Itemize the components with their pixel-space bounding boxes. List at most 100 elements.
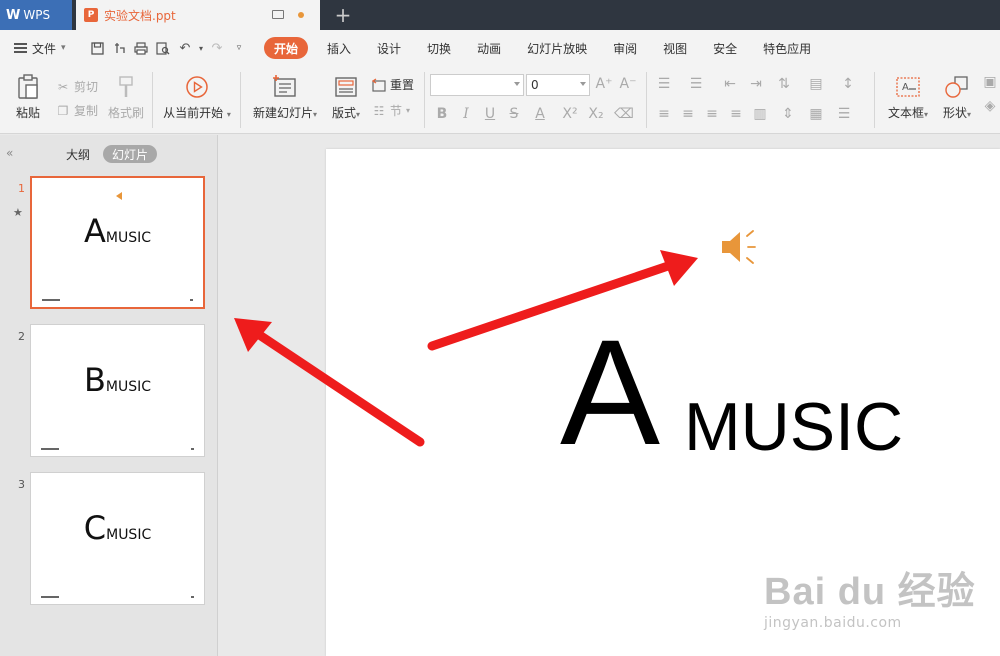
- new-slide-button[interactable]: 新建幻灯片▾: [248, 74, 322, 121]
- collapse-panel-icon[interactable]: «: [6, 146, 13, 160]
- tab-view[interactable]: 视图: [650, 37, 700, 59]
- tab-transition[interactable]: 切换: [414, 37, 464, 59]
- spacing-icon[interactable]: ☰: [836, 106, 852, 122]
- slide-title-music[interactable]: MUSIC: [684, 393, 903, 461]
- subscript-icon[interactable]: X₂: [588, 106, 604, 122]
- thumbnail-footer: [42, 299, 60, 301]
- increase-indent-icon[interactable]: ⇥: [748, 76, 764, 92]
- print-icon[interactable]: [130, 37, 152, 59]
- copy-button[interactable]: ❐ 复制: [56, 102, 98, 119]
- hamburger-icon: [14, 43, 27, 53]
- tab-slides[interactable]: 幻灯片: [103, 145, 157, 163]
- svg-text:A: A: [902, 82, 909, 93]
- line-spacing-icon[interactable]: ↕: [840, 76, 856, 92]
- undo-icon[interactable]: ↶: [174, 37, 196, 59]
- tab-insert[interactable]: 插入: [314, 37, 364, 59]
- print-preview-icon[interactable]: [152, 37, 174, 59]
- slide-thumbnail-1[interactable]: AMUSIC: [30, 176, 205, 309]
- thumbnail-letter: C: [83, 509, 107, 547]
- thumbnail-music: MUSIC: [105, 379, 152, 395]
- thumbnail-content: AMUSIC: [32, 212, 203, 250]
- columns-icon[interactable]: ▦: [808, 106, 824, 122]
- menu-items: 开始 插入 设计 切换 动画 幻灯片放映 审阅 视图 安全 特色应用: [264, 37, 824, 59]
- chevron-down-icon: ▾: [406, 106, 411, 115]
- cut-button[interactable]: ✂ 剪切: [56, 78, 98, 95]
- paragraph-spacing-icon[interactable]: ⇕: [780, 106, 796, 122]
- save-icon[interactable]: [86, 37, 108, 59]
- undo-dropdown-icon[interactable]: ▾: [196, 37, 206, 59]
- align-left-icon[interactable]: ≡: [656, 106, 672, 122]
- format-painter-label: 格式刷: [107, 106, 144, 120]
- watermark-logo: Bai du 经验: [764, 571, 976, 613]
- decrease-indent-icon[interactable]: ⇤: [722, 76, 738, 92]
- slide-thumbnail-2[interactable]: BMUSIC: [30, 324, 205, 457]
- align-text-icon[interactable]: ▤: [808, 76, 824, 92]
- tab-slideshow[interactable]: 幻灯片放映: [514, 37, 600, 59]
- tab-home[interactable]: 开始: [264, 37, 309, 59]
- italic-icon[interactable]: I: [458, 106, 474, 122]
- superscript-icon[interactable]: X²: [562, 106, 578, 122]
- new-tab-button[interactable]: +: [330, 2, 356, 28]
- copy-icon: ❐: [57, 103, 69, 118]
- reset-label: 重置: [390, 78, 415, 92]
- bullet-list-icon[interactable]: ☰: [656, 76, 672, 92]
- slide-thumbnail-panel: « 大纲 幻灯片 1 ★ AMUSIC 2 BMUSIC 3 CMUSIC: [0, 135, 218, 656]
- tab-outline[interactable]: 大纲: [62, 145, 94, 163]
- layout-icon: [333, 74, 359, 100]
- bold-icon[interactable]: B: [434, 106, 450, 122]
- font-family-select[interactable]: [430, 74, 524, 96]
- play-from-current-button[interactable]: 从当前开始 ▾: [162, 74, 232, 121]
- tab-design[interactable]: 设计: [364, 37, 414, 59]
- audio-speaker-icon[interactable]: [720, 227, 760, 267]
- layout-button[interactable]: 版式▾: [328, 74, 364, 121]
- thumbnail-page-number: [191, 596, 194, 598]
- numbered-list-icon[interactable]: ☰: [688, 76, 704, 92]
- customize-toolbar-icon[interactable]: ▿: [228, 37, 250, 59]
- output-icon[interactable]: [108, 37, 130, 59]
- presentation-file-icon: P: [84, 8, 98, 22]
- textbox-icon: A: [895, 74, 921, 100]
- format-painter-button[interactable]: 格式刷: [106, 74, 146, 121]
- layers-icon[interactable]: ◈: [982, 98, 998, 114]
- wps-home-tab[interactable]: W WPS: [0, 0, 72, 30]
- tab-animation[interactable]: 动画: [464, 37, 514, 59]
- underline-icon[interactable]: U: [482, 106, 498, 122]
- increase-font-icon[interactable]: A⁺: [596, 76, 613, 92]
- text-direction-icon[interactable]: ⇅: [776, 76, 792, 92]
- document-tab[interactable]: P 实验文档.ppt: [76, 0, 320, 30]
- redo-icon[interactable]: ↷: [206, 37, 228, 59]
- tab-special-apps[interactable]: 特色应用: [750, 37, 824, 59]
- format-painter-icon: [113, 74, 139, 100]
- strikethrough-icon[interactable]: S: [506, 106, 522, 122]
- distribute-icon[interactable]: ▥: [752, 106, 768, 122]
- textbox-button[interactable]: A 文本框▾: [884, 74, 932, 121]
- slide-title-letter[interactable]: A: [560, 317, 660, 467]
- shape-button[interactable]: 形状▾: [938, 74, 976, 121]
- shapes-icon: [944, 74, 970, 100]
- section-button[interactable]: ☷ 节 ▾: [372, 102, 410, 119]
- thumbnail-footer: [41, 596, 59, 598]
- align-right-icon[interactable]: ≡: [704, 106, 720, 122]
- align-center-icon[interactable]: ≡: [680, 106, 696, 122]
- font-size-value: 0: [531, 78, 539, 92]
- ribbon-separator: [152, 72, 153, 128]
- speaker-icon: [116, 192, 122, 200]
- chevron-down-icon: [580, 82, 586, 86]
- slide-thumbnail-3[interactable]: CMUSIC: [30, 472, 205, 605]
- tab-security[interactable]: 安全: [700, 37, 750, 59]
- screen-icon[interactable]: [272, 10, 284, 19]
- reset-button[interactable]: 重置: [372, 76, 414, 93]
- decrease-font-icon[interactable]: A⁻: [620, 76, 637, 92]
- picture-icon[interactable]: ▣: [982, 74, 998, 90]
- font-color-icon[interactable]: A: [532, 106, 548, 122]
- font-size-select[interactable]: 0: [526, 74, 590, 96]
- new-slide-icon: [272, 74, 298, 100]
- section-label: 节: [390, 104, 403, 118]
- tab-review[interactable]: 审阅: [600, 37, 650, 59]
- clear-format-icon[interactable]: ⌫: [614, 106, 634, 122]
- justify-icon[interactable]: ≡: [728, 106, 744, 122]
- paste-button[interactable]: 粘贴: [10, 74, 46, 121]
- paste-label: 粘贴: [15, 106, 40, 120]
- thumbnail-letter: B: [83, 361, 106, 399]
- file-menu[interactable]: 文件 ▾: [0, 40, 86, 57]
